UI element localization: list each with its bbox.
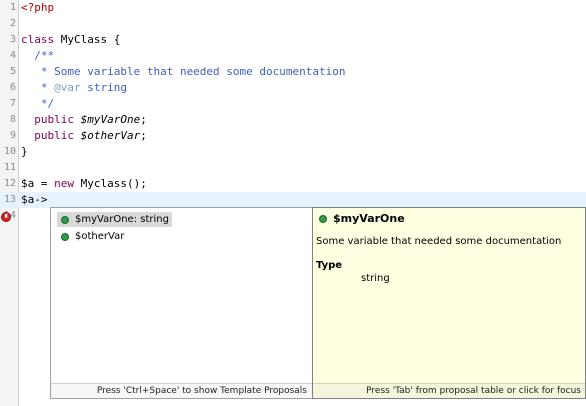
line-number: 3 xyxy=(9,34,16,45)
line-number: 11 xyxy=(3,162,16,173)
doc-type-label: Type xyxy=(316,260,343,271)
line-number: 2 xyxy=(9,18,16,29)
code-text: * Some variable that needed some documen… xyxy=(21,64,346,80)
code-token: public xyxy=(21,113,74,126)
doc-status-bar: Press 'Tab' from proposal table or click… xyxy=(313,383,585,398)
code-token: class xyxy=(21,33,55,46)
code-token: public xyxy=(21,129,74,142)
code-line[interactable]: 4 /** xyxy=(0,48,586,64)
code-line[interactable]: 6 * @var string xyxy=(0,80,586,96)
doc-title-text: $myVarOne xyxy=(333,212,405,225)
doc-title: $myVarOne xyxy=(317,212,405,226)
line-number: 6 xyxy=(9,82,16,93)
line-number: 7 xyxy=(9,98,16,109)
content-assist-proposals[interactable]: $myVarOne: string $otherVar Press 'Ctrl+… xyxy=(50,207,314,399)
line-number: 5 xyxy=(9,66,16,77)
code-token: * Some variable that needed some documen… xyxy=(21,65,346,78)
code-token: * xyxy=(21,81,55,94)
proposal-label: $myVarOne: string xyxy=(75,214,169,225)
code-text: } xyxy=(21,144,28,160)
code-text: /** xyxy=(21,48,54,64)
code-token: /** xyxy=(21,49,55,62)
code-line[interactable]: 2 xyxy=(0,16,586,32)
code-line[interactable]: 1 <?php xyxy=(0,0,586,16)
code-line[interactable]: 10} xyxy=(0,144,586,160)
code-line[interactable]: 12 $a = new Myclass(); xyxy=(0,176,586,192)
line-number: 13 xyxy=(3,194,16,205)
code-line[interactable]: 9 public $otherVar; xyxy=(0,128,586,144)
code-token: } xyxy=(21,145,28,158)
code-token: $a-> xyxy=(21,193,48,206)
code-text: class MyClass { xyxy=(21,32,120,48)
code-text: public $myVarOne; xyxy=(21,112,147,128)
proposals-status-bar: Press 'Ctrl+Space' to show Template Prop… xyxy=(51,383,313,398)
code-token: MyClass { xyxy=(54,33,121,46)
proposal-item-myVarOne[interactable]: $myVarOne: string xyxy=(57,212,172,227)
code-token: string xyxy=(80,81,127,94)
code-token: ; xyxy=(140,129,147,142)
code-token: Myclass(); xyxy=(74,177,147,190)
doc-type-value: string xyxy=(361,273,390,284)
code-token: ; xyxy=(140,113,147,126)
code-token: new xyxy=(54,177,74,190)
line-number: 10 xyxy=(3,146,16,157)
proposal-item-otherVar[interactable]: $otherVar xyxy=(57,229,127,244)
code-line[interactable]: 3 class MyClass { xyxy=(0,32,586,48)
code-token: */ xyxy=(21,97,55,110)
code-line[interactable]: 8 public $myVarOne; xyxy=(0,112,586,128)
code-token: <?php xyxy=(21,1,55,14)
line-number: 12 xyxy=(3,178,16,189)
code-line[interactable]: 7 */ xyxy=(0,96,586,112)
line-number: 9 xyxy=(9,130,16,141)
code-token: $myVarOne xyxy=(80,113,141,126)
public-field-icon xyxy=(319,215,327,223)
code-line[interactable]: 13 $a-> xyxy=(0,192,586,208)
code-text: */ xyxy=(21,96,54,112)
public-field-icon xyxy=(61,216,69,224)
line-number: 14 xyxy=(3,210,16,221)
code-token: $a = xyxy=(21,177,55,190)
code-text: * @var string xyxy=(21,80,127,96)
code-token: $otherVar xyxy=(80,129,141,142)
line-number: 8 xyxy=(9,114,16,125)
line-number: 1 xyxy=(9,2,16,13)
code-token: @var xyxy=(54,81,81,94)
code-line[interactable]: 11 xyxy=(0,160,586,176)
public-field-icon xyxy=(61,233,69,241)
code-text: <?php xyxy=(21,0,54,16)
code-text: $a = new Myclass(); xyxy=(21,176,147,192)
code-line[interactable]: 5 * Some variable that needed some docum… xyxy=(0,64,586,80)
proposal-label: $otherVar xyxy=(75,231,125,242)
documentation-popup[interactable]: $myVarOne Some variable that needed some… xyxy=(312,207,586,399)
doc-description: Some variable that needed some documenta… xyxy=(316,236,562,247)
code-text: public $otherVar; xyxy=(21,128,147,144)
line-number: 4 xyxy=(9,50,16,61)
code-text: $a-> xyxy=(21,192,48,208)
